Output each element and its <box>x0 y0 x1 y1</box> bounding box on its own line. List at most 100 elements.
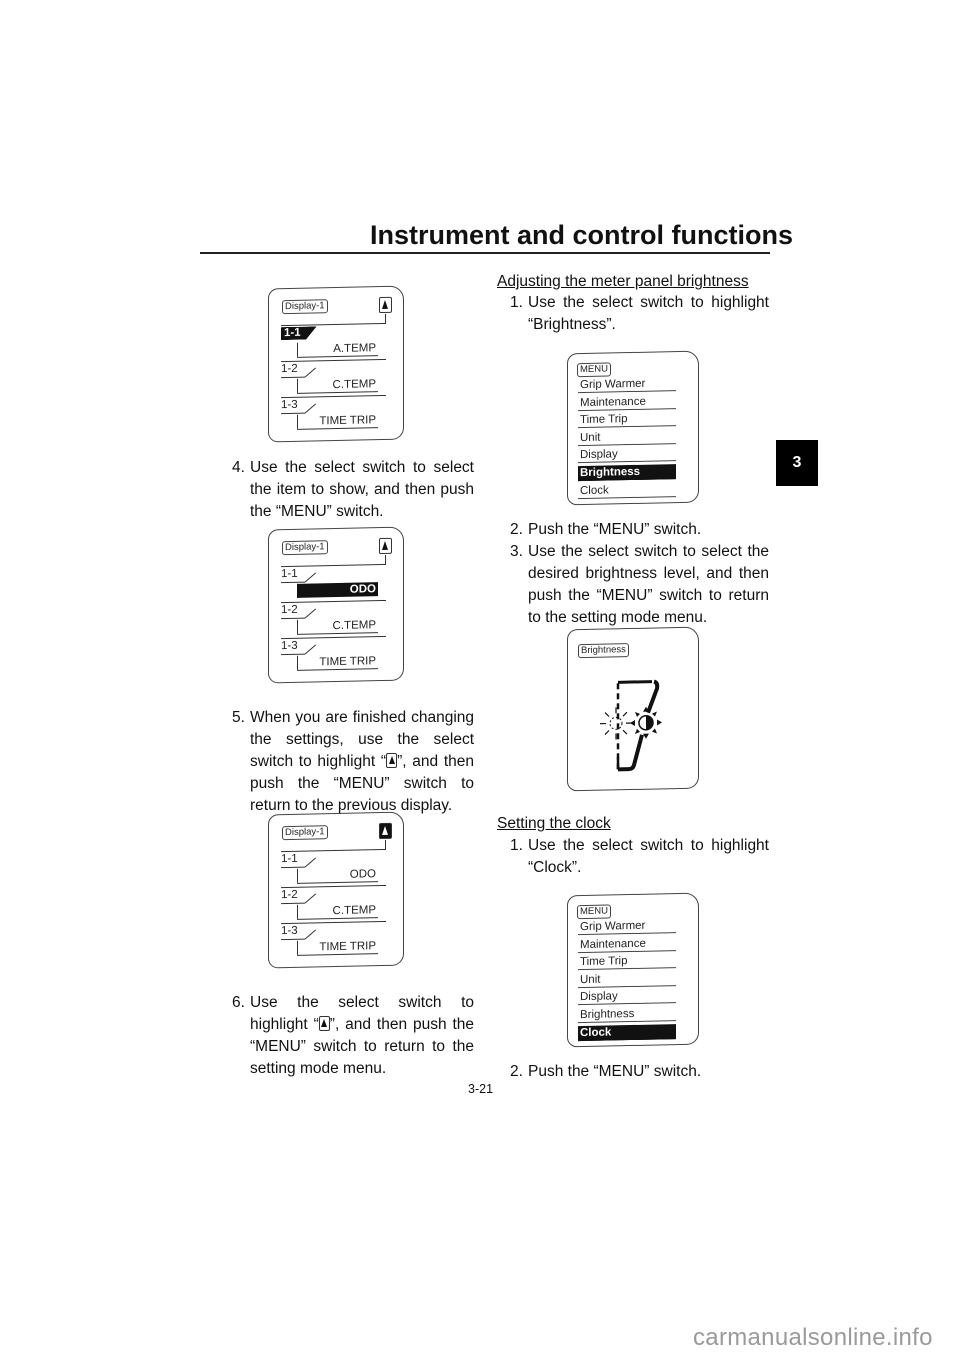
panel-label: Brightness <box>578 643 629 659</box>
step-6: 6. Use the select switch to highlight “”… <box>232 992 474 1080</box>
step-text: Use the select switch to highlight “”, a… <box>250 992 474 1080</box>
slot-tag: 1-2 <box>281 888 298 902</box>
divider-line <box>281 563 386 568</box>
step-4: 4. Use the select switch to select the i… <box>232 457 474 523</box>
slot-tag: 1-1 <box>281 852 298 866</box>
slot-tag: 1-1 <box>281 567 298 581</box>
step-text: Use the select switch to highlight “Cloc… <box>528 837 769 876</box>
slot-value: TIME TRIP <box>297 939 378 956</box>
menu-item-grip-warmer: Grip Warmer <box>578 376 676 394</box>
brightness-step-3: 3. Use the select switch to select the d… <box>510 541 769 629</box>
menu-item-unit: Unit <box>578 970 676 988</box>
up-arrow-icon <box>386 753 398 768</box>
divider-line <box>281 322 386 327</box>
divider-line <box>281 599 386 604</box>
step-text: Push the “MENU” switch. <box>528 1063 702 1080</box>
slot-tag: 1-1 <box>281 326 317 340</box>
step-text: Use the select switch to select the desi… <box>528 543 769 626</box>
up-arrow-icon <box>379 296 392 314</box>
connector-line <box>385 313 386 323</box>
menu-item-brightness: Brightness <box>578 1006 676 1024</box>
slot-value: ODO <box>297 582 378 598</box>
tag-slash <box>304 367 317 378</box>
connector-line <box>385 839 386 849</box>
slot-value: C.TEMP <box>297 618 378 635</box>
divider-line <box>281 635 386 640</box>
step-text: Use the select switch to select the item… <box>250 459 474 520</box>
tag-slash <box>304 608 317 619</box>
menu-item-brightness: Brightness <box>578 464 676 482</box>
page-number: 3-21 <box>468 1082 494 1096</box>
menu-item-time-trip: Time Trip <box>578 411 676 429</box>
step-number: 2. <box>510 521 523 538</box>
brightness-step-2: 2. Push the “MENU” switch. <box>510 519 769 541</box>
step-number: 6. <box>232 994 245 1011</box>
up-arrow-icon <box>379 537 392 555</box>
display-figure: Display-1 1-1 ODO 1-2 C.TEMP 1-3 TIME TRIP <box>268 526 404 684</box>
tag-slash <box>304 572 317 583</box>
slot-tag: 1-2 <box>281 603 298 617</box>
step-text: When you are finished changing the setti… <box>250 707 474 817</box>
brightness-figure: Brightness <box>567 626 699 792</box>
divider-line <box>281 848 386 853</box>
brightness-adjust-icon <box>600 679 662 772</box>
divider-line <box>281 884 386 889</box>
section-heading-brightness: Adjusting the meter panel brightness <box>497 273 749 290</box>
title-rule <box>200 252 770 254</box>
step-number: 3. <box>510 543 523 560</box>
menu-panel: MENU Grip Warmer Maintenance Time Trip Unit D… <box>567 892 699 1048</box>
slot-value: C.TEMP <box>297 903 378 920</box>
chapter-tab: 3 <box>776 440 818 486</box>
panel-label: MENU <box>577 362 611 378</box>
slot-tag: 1-3 <box>281 398 298 412</box>
connector-line <box>385 554 386 564</box>
panel-label: Display-1 <box>282 540 328 556</box>
menu-item-display: Display <box>578 988 676 1006</box>
slot-value: C.TEMP <box>297 377 378 394</box>
panel-label: Display-1 <box>282 299 328 315</box>
display-figure: Display-1 1-1 A.TEMP 1-2 C.TEMP 1-3 TIME TRIP <box>268 285 404 443</box>
menu-item-clock: Clock <box>578 1023 676 1041</box>
panel-label: Display-1 <box>282 825 328 841</box>
slot-value: ODO <box>297 867 378 884</box>
page-title: Instrument and control functions <box>370 220 793 250</box>
divider-line <box>281 358 386 363</box>
menu-item-maintenance: Maintenance <box>578 393 676 411</box>
up-arrow-icon <box>318 1016 330 1031</box>
menu-item-time-trip: Time Trip <box>578 953 676 971</box>
step-number: 2. <box>510 1063 523 1080</box>
display-figure: Display-1 1-1 ODO 1-2 C.TEMP 1-3 TIME TRIP <box>268 811 404 969</box>
clock-step-2: 2. Push the “MENU” switch. <box>510 1061 769 1083</box>
tag-slash <box>304 929 317 940</box>
watermark: carmanualsonline.info <box>693 1324 933 1351</box>
panel-label: MENU <box>577 904 611 920</box>
slot-value: A.TEMP <box>297 341 378 358</box>
menu-item-unit: Unit <box>578 428 676 446</box>
menu-item-display: Display <box>578 446 676 464</box>
tag-slash <box>304 644 317 655</box>
step-number: 5. <box>232 709 245 726</box>
clock-step-1: 1. Use the select switch to highlight “C… <box>510 835 769 879</box>
brightness-step-1: 1. Use the select switch to highlight “B… <box>510 292 769 336</box>
divider-line <box>281 920 386 925</box>
step-number: 1. <box>510 837 523 854</box>
menu-panel: MENU Grip Warmer Maintenance Time Trip Unit D… <box>567 350 699 506</box>
tag-slash <box>304 403 317 414</box>
slot-value: TIME TRIP <box>297 413 378 430</box>
tag-slash <box>304 857 317 868</box>
slot-value: TIME TRIP <box>297 654 378 671</box>
slot-tag: 1-2 <box>281 362 298 376</box>
menu-item-clock: Clock <box>578 481 676 499</box>
menu-item-grip-warmer: Grip Warmer <box>578 918 676 936</box>
step-number: 1. <box>510 294 523 311</box>
step-text: Push the “MENU” switch. <box>528 521 702 538</box>
step-text: Use the select switch to highlight “Brig… <box>528 294 769 333</box>
up-arrow-icon <box>379 822 392 840</box>
slot-tag: 1-3 <box>281 924 298 938</box>
menu-item-maintenance: Maintenance <box>578 935 676 953</box>
slot-tag: 1-3 <box>281 639 298 653</box>
tag-slash <box>304 893 317 904</box>
section-heading-clock: Setting the clock <box>497 815 611 832</box>
step-number: 4. <box>232 459 245 476</box>
divider-line <box>281 394 386 399</box>
